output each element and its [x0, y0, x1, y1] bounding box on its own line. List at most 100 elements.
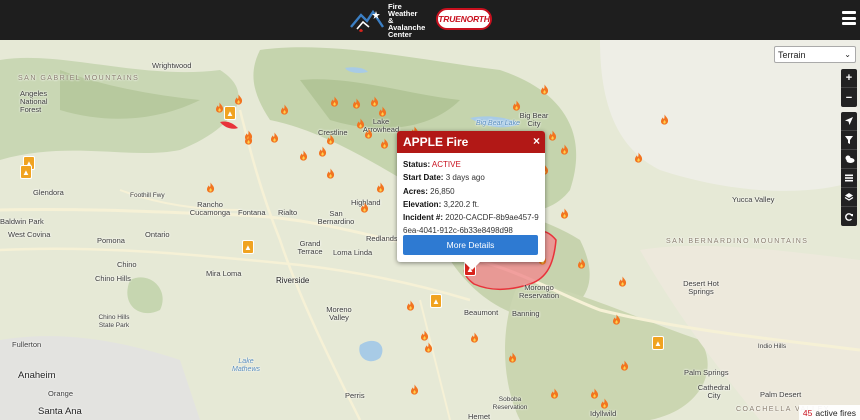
fire-marker-icon[interactable] — [406, 298, 415, 311]
fire-weather-avalanche-center-logo[interactable]: Fire Weather & Avalanche Center — [349, 1, 426, 39]
close-icon[interactable]: × — [533, 134, 540, 148]
layers-icon[interactable] — [841, 188, 857, 207]
acres-row: Acres: 26,850 — [403, 186, 455, 196]
place-label: Wrightwood — [152, 61, 192, 70]
place-label: Grand Terrace — [297, 239, 323, 256]
fwac-logo-text: Fire Weather & Avalanche Center — [388, 1, 426, 39]
zoom-out-button[interactable]: − — [841, 88, 857, 107]
hamburger-icon[interactable] — [842, 11, 856, 25]
fire-marker-icon[interactable] — [618, 274, 627, 287]
place-label: Idyllwild — [590, 409, 617, 418]
fire-marker-icon[interactable] — [356, 116, 365, 129]
fire-marker-icon[interactable] — [548, 128, 557, 141]
zoom-controls: + − — [841, 69, 857, 107]
place-label: Ontario — [145, 230, 170, 239]
place-label: Fullerton — [12, 340, 42, 349]
place-label: SAN BERNARDINO MOUNTAINS — [666, 238, 809, 245]
place-label: Big Bear City — [519, 111, 549, 128]
place-label: Yucca Valley — [732, 195, 775, 204]
fire-marker-icon[interactable] — [380, 136, 389, 149]
truenorth-logo[interactable]: TRUENORTH — [436, 8, 492, 30]
list-icon[interactable] — [841, 169, 857, 188]
top-bar: Fire Weather & Avalanche Center TRUENORT… — [0, 0, 860, 40]
fire-marker-icon[interactable] — [330, 94, 339, 107]
place-label: Mira Loma — [206, 269, 242, 278]
fire-marker-icon[interactable] — [360, 200, 369, 213]
fire-marker-icon[interactable] — [299, 148, 308, 161]
fire-marker-icon[interactable] — [420, 328, 429, 341]
place-label: Fontana — [238, 208, 266, 217]
place-label: Big Bear Lake — [476, 120, 520, 127]
incident-marker[interactable]: ▲ — [652, 336, 664, 350]
elevation-row: Elevation: 3,220.2 ft. — [403, 199, 480, 209]
map-layer-select[interactable]: Terrain ⌄ — [774, 46, 856, 63]
more-details-button[interactable]: More Details — [403, 235, 538, 255]
place-label: Pomona — [97, 236, 125, 245]
place-label: Beaumont — [464, 308, 499, 317]
elevation-value: 3,220.2 ft. — [443, 199, 480, 209]
start-date-row: Start Date: 3 days ago — [403, 173, 485, 183]
place-label: West Covina — [8, 230, 51, 239]
fire-marker-icon[interactable] — [634, 150, 643, 163]
filter-icon[interactable] — [841, 131, 857, 150]
place-label: Foothill Fwy — [130, 192, 165, 199]
active-fires-counter: 45 active fires — [798, 405, 860, 420]
incident-marker[interactable]: ▲ — [242, 240, 254, 254]
truenorth-logo-text: TRUENORTH — [438, 14, 490, 24]
fire-marker-icon[interactable] — [590, 386, 599, 399]
popup-title: APPLE Fire — [403, 135, 469, 149]
place-label: Rancho Cucamonga — [189, 200, 231, 217]
active-fires-label: active fires — [815, 407, 856, 418]
place-label: Angeles National Forest — [20, 89, 48, 114]
refresh-icon[interactable] — [841, 207, 857, 226]
place-label: Indio Hills — [757, 343, 787, 350]
fire-marker-icon[interactable] — [206, 180, 215, 193]
fire-marker-icon[interactable] — [508, 350, 517, 363]
fire-marker-icon[interactable] — [318, 144, 327, 157]
mountain-logo-icon — [350, 9, 384, 32]
map-view[interactable]: Wrightwood SAN GABRIEL MOUNTAINS Angeles… — [0, 40, 860, 420]
fire-marker-icon[interactable] — [560, 206, 569, 219]
incident-marker[interactable]: ▲ — [430, 294, 442, 308]
fire-marker-icon[interactable] — [577, 256, 586, 269]
fire-marker-icon[interactable] — [660, 112, 669, 125]
place-label: Orange — [48, 389, 74, 398]
fire-marker-icon[interactable] — [352, 96, 361, 109]
fire-marker-icon[interactable] — [470, 330, 479, 343]
fire-marker-icon[interactable] — [270, 130, 279, 143]
locate-icon[interactable] — [841, 112, 857, 131]
fire-marker-icon[interactable] — [326, 166, 335, 179]
fire-marker-icon[interactable] — [378, 104, 387, 117]
fire-marker-icon[interactable] — [560, 142, 569, 155]
incident-marker[interactable]: ▲ — [20, 165, 32, 179]
fire-marker-icon[interactable] — [612, 312, 621, 325]
fire-marker-icon[interactable] — [620, 358, 629, 371]
fire-marker-icon[interactable] — [512, 98, 521, 111]
fire-marker-icon[interactable] — [376, 180, 385, 193]
incident-marker[interactable]: ▲ — [224, 106, 236, 120]
status-value: ACTIVE — [431, 160, 461, 169]
popup-body: Status: ACTIVE Start Date: 3 days ago Ac… — [397, 153, 545, 238]
fire-marker-icon[interactable] — [234, 92, 243, 105]
weather-icon[interactable] — [841, 150, 857, 169]
fire-marker-icon[interactable] — [424, 340, 433, 353]
place-label: Cathedral City — [697, 383, 731, 400]
fire-marker-icon[interactable] — [600, 396, 609, 409]
fire-marker-icon[interactable] — [410, 382, 419, 395]
place-label: Palm Desert — [760, 390, 802, 399]
place-label: San Bernardino — [317, 209, 355, 226]
fire-marker-icon[interactable] — [326, 132, 335, 145]
place-label: Chino Hills — [95, 274, 131, 283]
fire-marker-icon[interactable] — [244, 132, 253, 145]
place-label: Anaheim — [18, 370, 56, 381]
fire-marker-icon[interactable] — [364, 126, 373, 139]
fire-marker-icon[interactable] — [215, 100, 224, 113]
place-label: Soboba Reservation — [492, 396, 528, 411]
place-label: Chino — [117, 260, 137, 269]
fire-marker-icon[interactable] — [280, 102, 289, 115]
zoom-in-button[interactable]: + — [841, 69, 857, 88]
place-label: Baldwin Park — [0, 217, 44, 226]
place-label: Moreno Valley — [326, 305, 352, 322]
fire-marker-icon[interactable] — [550, 386, 559, 399]
fire-marker-icon[interactable] — [540, 82, 549, 95]
